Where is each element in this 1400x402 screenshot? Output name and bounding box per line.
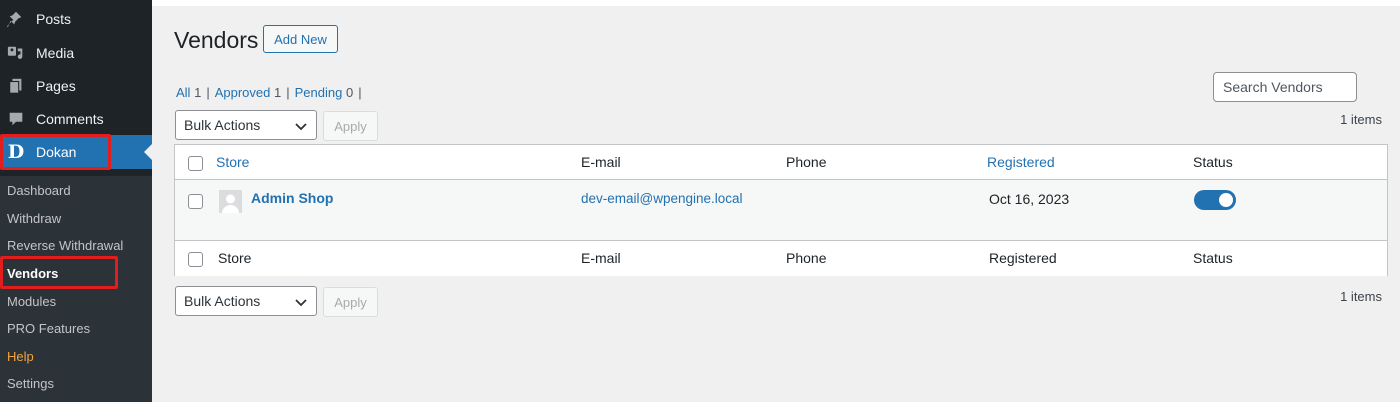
items-count-top: 1 items: [1340, 112, 1382, 127]
pin-icon: [6, 9, 26, 29]
footer-column-phone: Phone: [786, 250, 827, 266]
comment-icon: [6, 109, 26, 129]
dokan-logo-icon: D: [7, 141, 25, 163]
chevron-down-icon: [295, 123, 307, 131]
submenu-item-reverse-withdrawal[interactable]: Reverse Withdrawal: [7, 238, 123, 254]
bulk-actions-select-bottom[interactable]: Bulk Actions: [175, 286, 317, 316]
vendor-email-link[interactable]: dev-email@wpengine.local: [581, 191, 743, 206]
footer-column-status: Status: [1193, 250, 1233, 266]
filter-all[interactable]: All 1: [176, 85, 201, 100]
footer-column-registered: Registered: [989, 250, 1057, 266]
filter-pending[interactable]: Pending 0: [295, 85, 354, 100]
table-header-row: Store E-mail Phone Registered Status: [175, 145, 1387, 180]
footer-column-store: Store: [218, 250, 252, 266]
sidebar-item-label: Media: [36, 45, 75, 61]
chevron-down-icon: [295, 299, 307, 307]
apply-button-bottom[interactable]: Apply: [323, 287, 378, 317]
vendor-registered-date: Oct 16, 2023: [989, 191, 1070, 207]
filter-approved[interactable]: Approved 1: [215, 85, 282, 100]
page-title: Vendors: [174, 27, 259, 53]
store-name-link[interactable]: Admin Shop: [251, 190, 333, 206]
submenu-item-modules[interactable]: Modules: [7, 294, 56, 310]
top-strip: [152, 0, 1400, 6]
avatar: [219, 190, 242, 213]
column-status: Status: [1193, 154, 1233, 170]
add-new-button[interactable]: Add New: [263, 25, 338, 53]
column-store[interactable]: Store: [216, 154, 249, 170]
table-footer-row: Store E-mail Phone Registered Status: [175, 240, 1387, 276]
sidebar-item-label: Comments: [36, 111, 104, 127]
submenu-item-dashboard[interactable]: Dashboard: [7, 183, 71, 199]
admin-sidebar: Posts Media Pages Comments D Dokan Dashb…: [0, 0, 152, 402]
sidebar-item-media[interactable]: Media: [0, 36, 152, 70]
column-registered[interactable]: Registered: [987, 154, 1055, 170]
sidebar-item-label: Posts: [36, 11, 72, 27]
sidebar-item-dokan[interactable]: D Dokan: [0, 135, 152, 169]
dokan-submenu: Dashboard Withdraw Reverse Withdrawal Ve…: [0, 176, 152, 402]
sidebar-item-label: Dokan: [36, 144, 77, 160]
submenu-item-help[interactable]: Help: [7, 349, 34, 365]
row-checkbox[interactable]: [188, 194, 203, 209]
items-count-bottom: 1 items: [1340, 289, 1382, 304]
apply-button-top[interactable]: Apply: [323, 111, 378, 141]
footer-column-email: E-mail: [581, 250, 621, 266]
status-toggle[interactable]: [1194, 190, 1236, 210]
submenu-item-withdraw[interactable]: Withdraw: [7, 211, 61, 227]
column-email: E-mail: [581, 154, 621, 170]
select-all-checkbox-footer[interactable]: [188, 252, 203, 267]
vendors-table: Store E-mail Phone Registered Status Adm…: [174, 144, 1388, 276]
column-phone: Phone: [786, 154, 827, 170]
toggle-knob: [1219, 193, 1233, 207]
pages-icon: [6, 76, 26, 96]
status-filters: All 1 | Approved 1 | Pending 0 |: [176, 85, 362, 100]
media-icon: [6, 43, 26, 63]
select-all-checkbox[interactable]: [188, 156, 203, 171]
search-vendors-input[interactable]: [1213, 72, 1357, 102]
sidebar-item-posts[interactable]: Posts: [0, 2, 152, 36]
submenu-item-vendors[interactable]: Vendors: [7, 266, 58, 282]
submenu-item-pro-features[interactable]: PRO Features: [7, 321, 90, 337]
sidebar-item-comments[interactable]: Comments: [0, 102, 152, 136]
bulk-actions-select-top[interactable]: Bulk Actions: [175, 110, 317, 140]
sidebar-item-pages[interactable]: Pages: [0, 69, 152, 103]
table-row: Admin Shop dev-email@wpengine.local Oct …: [175, 180, 1387, 240]
sidebar-item-label: Pages: [36, 78, 76, 94]
submenu-item-settings[interactable]: Settings: [7, 376, 54, 392]
